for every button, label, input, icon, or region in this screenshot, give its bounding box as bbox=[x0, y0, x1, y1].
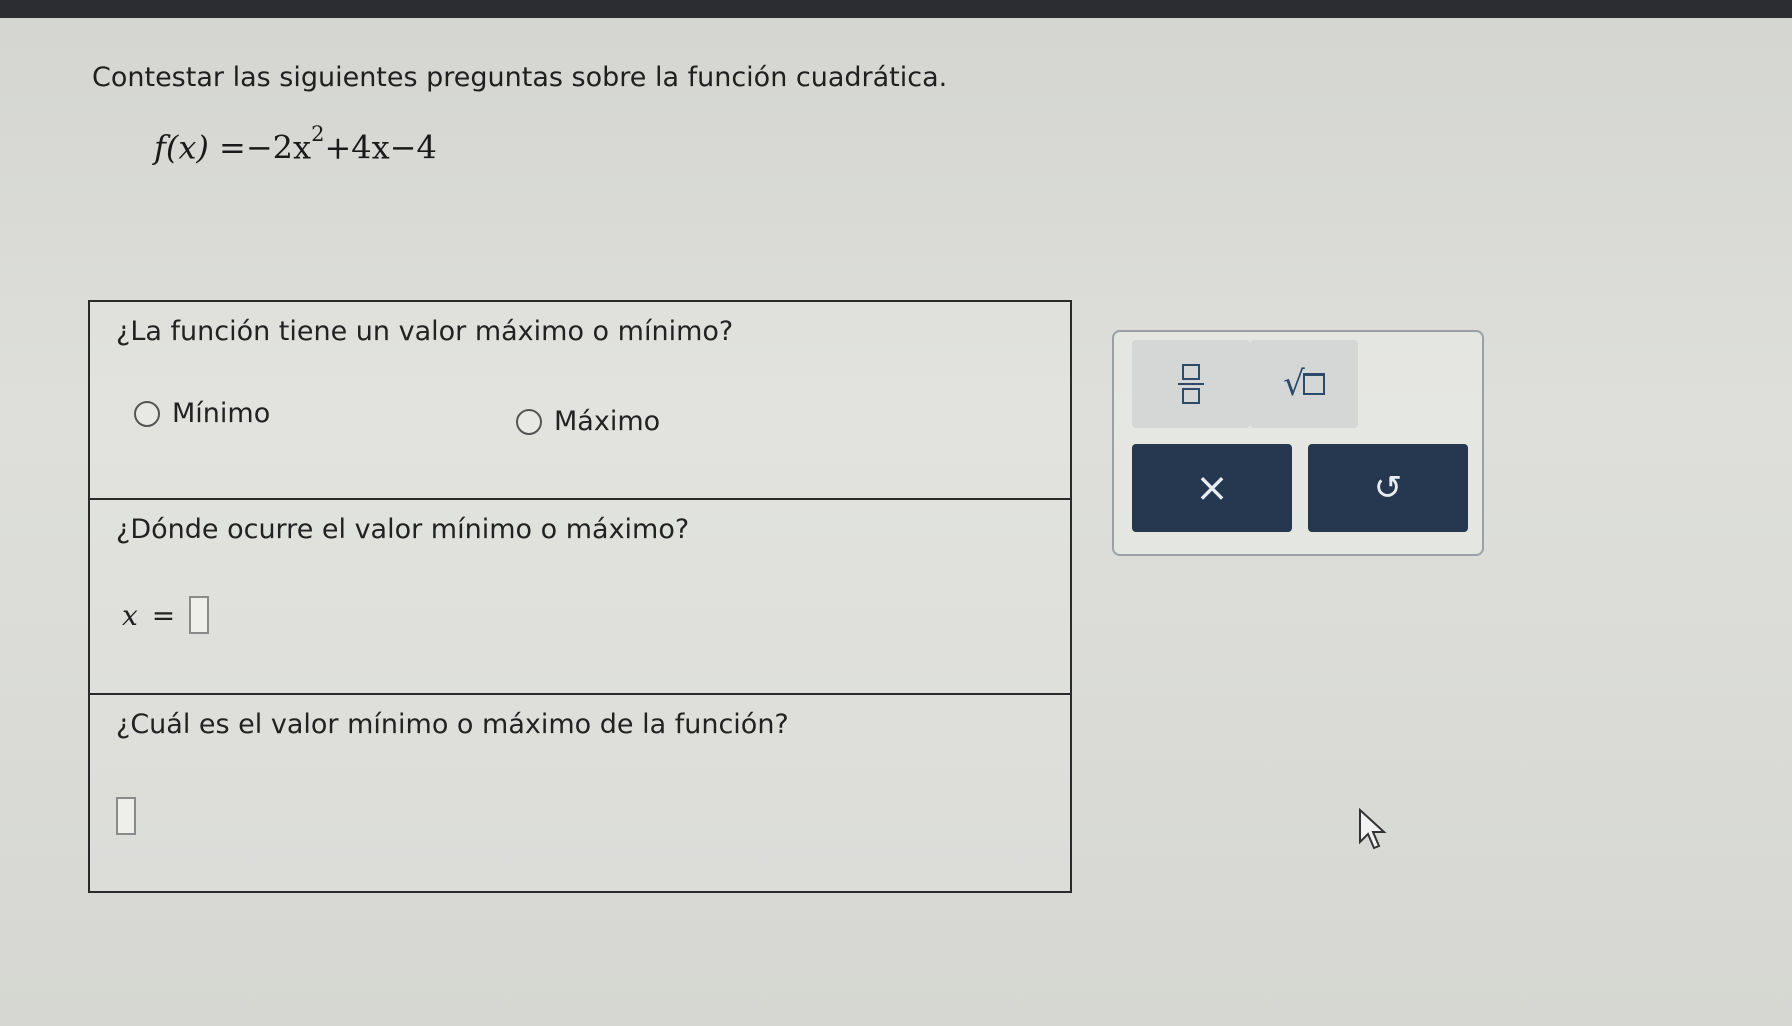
square-root-icon: √ bbox=[1283, 364, 1325, 404]
square-root-button[interactable]: √ bbox=[1250, 340, 1358, 428]
variable-x: x bbox=[122, 598, 138, 632]
function-term1: −2x bbox=[245, 128, 312, 167]
function-exponent: 2 bbox=[311, 122, 325, 146]
question-location: ¿Dónde ocurre el valor mínimo o máximo? … bbox=[90, 500, 1070, 695]
math-toolbar: √ × ↺ bbox=[1112, 330, 1484, 556]
fraction-button[interactable] bbox=[1132, 340, 1250, 428]
function-rest: +4x−4 bbox=[324, 128, 437, 167]
radio-button[interactable] bbox=[516, 408, 542, 435]
question-value: ¿Cuál es el valor mínimo o máximo de la … bbox=[90, 695, 1070, 891]
instructions-text: Contestar las siguientes preguntas sobre… bbox=[92, 62, 948, 93]
equals-sign: = bbox=[151, 598, 176, 632]
fraction-icon bbox=[1178, 364, 1204, 404]
mouse-cursor-icon bbox=[1359, 808, 1387, 850]
question-max-min: ¿La función tiene un valor máximo o míni… bbox=[90, 302, 1070, 500]
question-text: ¿Cuál es el valor mínimo o máximo de la … bbox=[116, 709, 789, 740]
function-lhs: f(x) bbox=[154, 128, 209, 167]
radio-option-maximo[interactable]: Máximo bbox=[516, 406, 660, 437]
radio-button[interactable] bbox=[134, 400, 160, 427]
radio-option-minimo[interactable]: Mínimo bbox=[134, 398, 270, 429]
quadratic-function: f(x) =−2x2+4x−4 bbox=[154, 122, 437, 167]
clear-button[interactable]: × bbox=[1132, 444, 1292, 532]
radio-label: Mínimo bbox=[172, 398, 271, 429]
question-text: ¿Dónde ocurre el valor mínimo o máximo? bbox=[116, 514, 690, 545]
value-answer-input[interactable] bbox=[116, 797, 136, 835]
close-icon: × bbox=[1195, 465, 1229, 511]
questions-panel: ¿La función tiene un valor máximo o míni… bbox=[88, 300, 1072, 893]
top-bar bbox=[0, 0, 1792, 18]
screen: Contestar las siguientes preguntas sobre… bbox=[0, 0, 1792, 1026]
undo-button[interactable]: ↺ bbox=[1308, 444, 1468, 532]
function-equals: = bbox=[219, 128, 246, 167]
undo-icon: ↺ bbox=[1373, 468, 1403, 508]
x-answer-input[interactable] bbox=[189, 596, 210, 634]
x-equation: x = bbox=[122, 596, 210, 634]
question-text: ¿La función tiene un valor máximo o míni… bbox=[116, 316, 734, 347]
radio-label: Máximo bbox=[554, 406, 661, 437]
